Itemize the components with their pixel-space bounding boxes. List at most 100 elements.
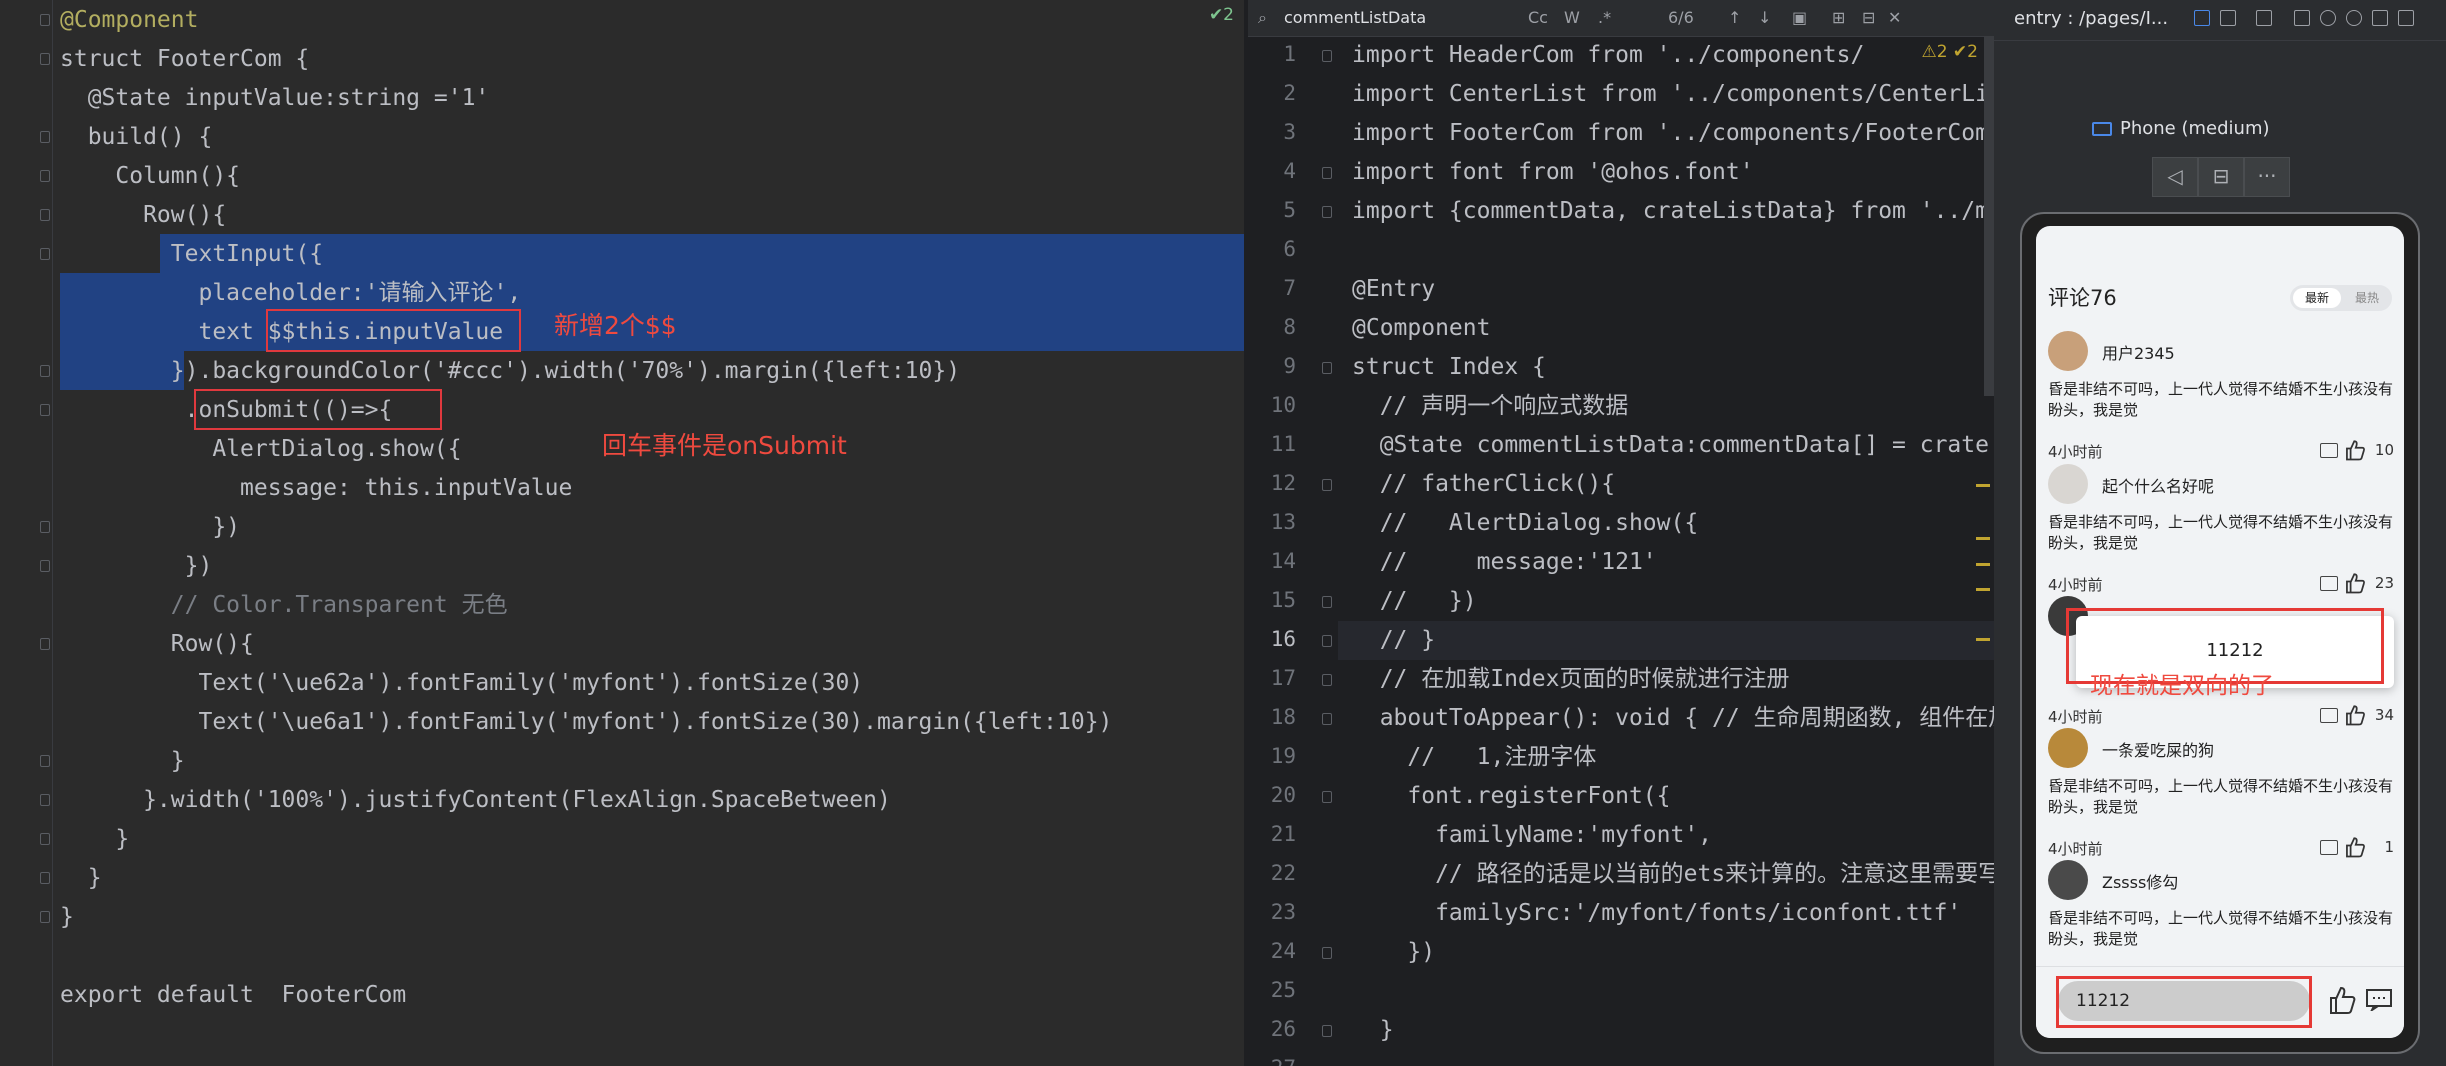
fit-icon[interactable]: [2294, 10, 2310, 26]
fold-marker-icon[interactable]: [40, 872, 50, 884]
fold-marker-icon[interactable]: [1322, 947, 1332, 959]
fold-marker-icon[interactable]: [1322, 791, 1332, 803]
code-line: // message:'121': [1352, 549, 1657, 575]
line-number: 20: [1270, 783, 1296, 807]
fold-marker-icon[interactable]: [40, 638, 50, 650]
fold-marker-icon[interactable]: [40, 365, 50, 377]
more-icon[interactable]: [2398, 10, 2414, 26]
fold-marker-icon[interactable]: [1322, 362, 1332, 374]
fold-marker-icon[interactable]: [40, 560, 50, 572]
like-icon[interactable]: [2344, 704, 2366, 726]
fold-marker-icon[interactable]: [1322, 167, 1332, 179]
line-number: 27: [1248, 1056, 1296, 1066]
fold-button[interactable]: ⊟: [2198, 157, 2244, 197]
fold-marker-icon[interactable]: [40, 248, 50, 260]
comment-icon[interactable]: [2366, 989, 2392, 1011]
comment-time: 4小时前: [2048, 840, 2103, 858]
fold-marker-icon[interactable]: [1322, 206, 1332, 218]
find-bar[interactable]: ⌕ commentListData Cc W .* 6/6 ↑ ↓ ▣ ⊞ ⊟ …: [1248, 0, 1994, 37]
zoom-out-icon[interactable]: [2320, 10, 2336, 26]
code-line: familySrc:'/myfont/fonts/iconfont.ttf': [1352, 900, 1962, 926]
search-option-regex[interactable]: .*: [1598, 8, 1611, 27]
search-option-words[interactable]: W: [1564, 8, 1580, 27]
fold-marker-icon[interactable]: [40, 53, 50, 65]
fold-marker-icon[interactable]: [1322, 50, 1332, 62]
reply-icon[interactable]: [2320, 840, 2338, 855]
zoom-in-icon[interactable]: [2346, 10, 2362, 26]
fold-marker-icon[interactable]: [1322, 596, 1332, 608]
left-code-editor[interactable]: ✔2 @Component struct FooterCom { @State i…: [0, 0, 1244, 1066]
fold-marker-icon[interactable]: [40, 794, 50, 806]
prev-match-icon[interactable]: ↑: [1728, 8, 1741, 27]
warning-marker[interactable]: [1976, 588, 1990, 591]
search-input[interactable]: commentListData: [1284, 8, 1426, 27]
fold-marker-icon[interactable]: [1322, 713, 1332, 725]
fold-marker-icon[interactable]: [40, 131, 50, 143]
code-line: // }): [1352, 588, 1477, 614]
sort-latest[interactable]: 最新: [2293, 288, 2341, 308]
next-match-icon[interactable]: ↓: [1758, 8, 1771, 27]
warning-marker[interactable]: [1976, 484, 1990, 487]
comment-text: 昏是非结不可吗，上一代人觉得不结婚不生小孩没有盼头，我是觉: [2048, 909, 2394, 948]
fold-marker-icon[interactable]: [40, 170, 50, 182]
phone-screen: 评论76 最新 最热 用户2345 昏是非结不可吗，上一代人觉得不结婚不生小孩没有…: [2036, 226, 2404, 1038]
grid-icon[interactable]: [2256, 10, 2272, 26]
filter-icon[interactable]: ▣: [1792, 8, 1807, 27]
reply-icon[interactable]: [2320, 576, 2338, 591]
select-all-icon[interactable]: ⊟: [1862, 8, 1875, 27]
fold-marker-icon[interactable]: [40, 404, 50, 416]
layers-icon[interactable]: [2220, 10, 2236, 26]
reply-icon[interactable]: [2320, 708, 2338, 723]
line-number: 23: [1270, 900, 1296, 924]
comment-username: 起个什么名好呢: [2102, 477, 2215, 496]
code-line: import {commentData, crateListData} from…: [1352, 198, 1989, 224]
warning-marker[interactable]: [1976, 537, 1990, 540]
close-search-icon[interactable]: ✕: [1888, 8, 1901, 27]
fold-marker-icon[interactable]: [1322, 635, 1332, 647]
fold-marker-icon[interactable]: [40, 14, 50, 26]
line-number: 18: [1270, 705, 1296, 729]
code-line: placeholder:'请输入评论',: [60, 280, 522, 306]
warning-marker[interactable]: [1976, 638, 1990, 641]
search-option-case[interactable]: Cc: [1528, 8, 1548, 27]
like-icon[interactable]: [2344, 572, 2366, 594]
warning-marker[interactable]: [1976, 563, 1990, 566]
fold-marker-icon[interactable]: [1322, 479, 1332, 491]
code-line: aboutToAppear(): void { // 生命周期函数, 组件在加: [1352, 705, 1994, 731]
fold-marker-icon[interactable]: [40, 911, 50, 923]
like-count: 1: [2384, 838, 2394, 856]
line-number: 25: [1270, 978, 1296, 1002]
vertical-scrollbar[interactable]: [1984, 36, 1994, 396]
inspection-widget[interactable]: ⚠2 ✔2: [1921, 42, 1978, 62]
fold-marker-icon[interactable]: [40, 833, 50, 845]
fold-marker-icon[interactable]: [40, 209, 50, 221]
add-caret-icon[interactable]: ⊞: [1832, 8, 1845, 27]
line-number: 19: [1270, 744, 1296, 768]
inspection-widget[interactable]: ✔2: [1209, 5, 1234, 25]
fold-marker-icon[interactable]: [40, 755, 50, 767]
thumb-up-icon[interactable]: [2328, 985, 2356, 1015]
code-line: TextInput({: [60, 241, 324, 267]
fold-marker-icon[interactable]: [1322, 1025, 1332, 1037]
reply-icon[interactable]: [2320, 443, 2338, 458]
line-number: 16: [1270, 627, 1296, 651]
like-icon[interactable]: [2344, 439, 2366, 461]
settings-icon[interactable]: [2372, 10, 2388, 26]
sort-toggle[interactable]: 最新 最热: [2290, 285, 2392, 311]
right-code-editor[interactable]: ⌕ commentListData Cc W .* 6/6 ↑ ↓ ▣ ⊞ ⊟ …: [1248, 0, 1994, 1066]
code-line: Row(){: [60, 202, 227, 228]
code-line: }).backgroundColor('#ccc').width('70%').…: [60, 358, 961, 384]
code-line: // AlertDialog.show({: [1352, 510, 1699, 536]
code-line: @State inputValue:string ='1': [60, 85, 490, 111]
more-button[interactable]: ···: [2244, 157, 2290, 197]
code-line: build() {: [60, 124, 213, 150]
line-number: 4: [1283, 159, 1296, 183]
line-number: 10: [1270, 393, 1296, 417]
fold-marker-icon[interactable]: [40, 521, 50, 533]
sort-hot[interactable]: 最热: [2345, 288, 2389, 308]
device-label[interactable]: Phone (medium): [2120, 118, 2270, 139]
rotate-left-button[interactable]: ◁: [2152, 157, 2198, 197]
inspector-icon[interactable]: [2194, 10, 2210, 26]
like-icon[interactable]: [2344, 836, 2366, 858]
fold-marker-icon[interactable]: [1322, 674, 1332, 686]
